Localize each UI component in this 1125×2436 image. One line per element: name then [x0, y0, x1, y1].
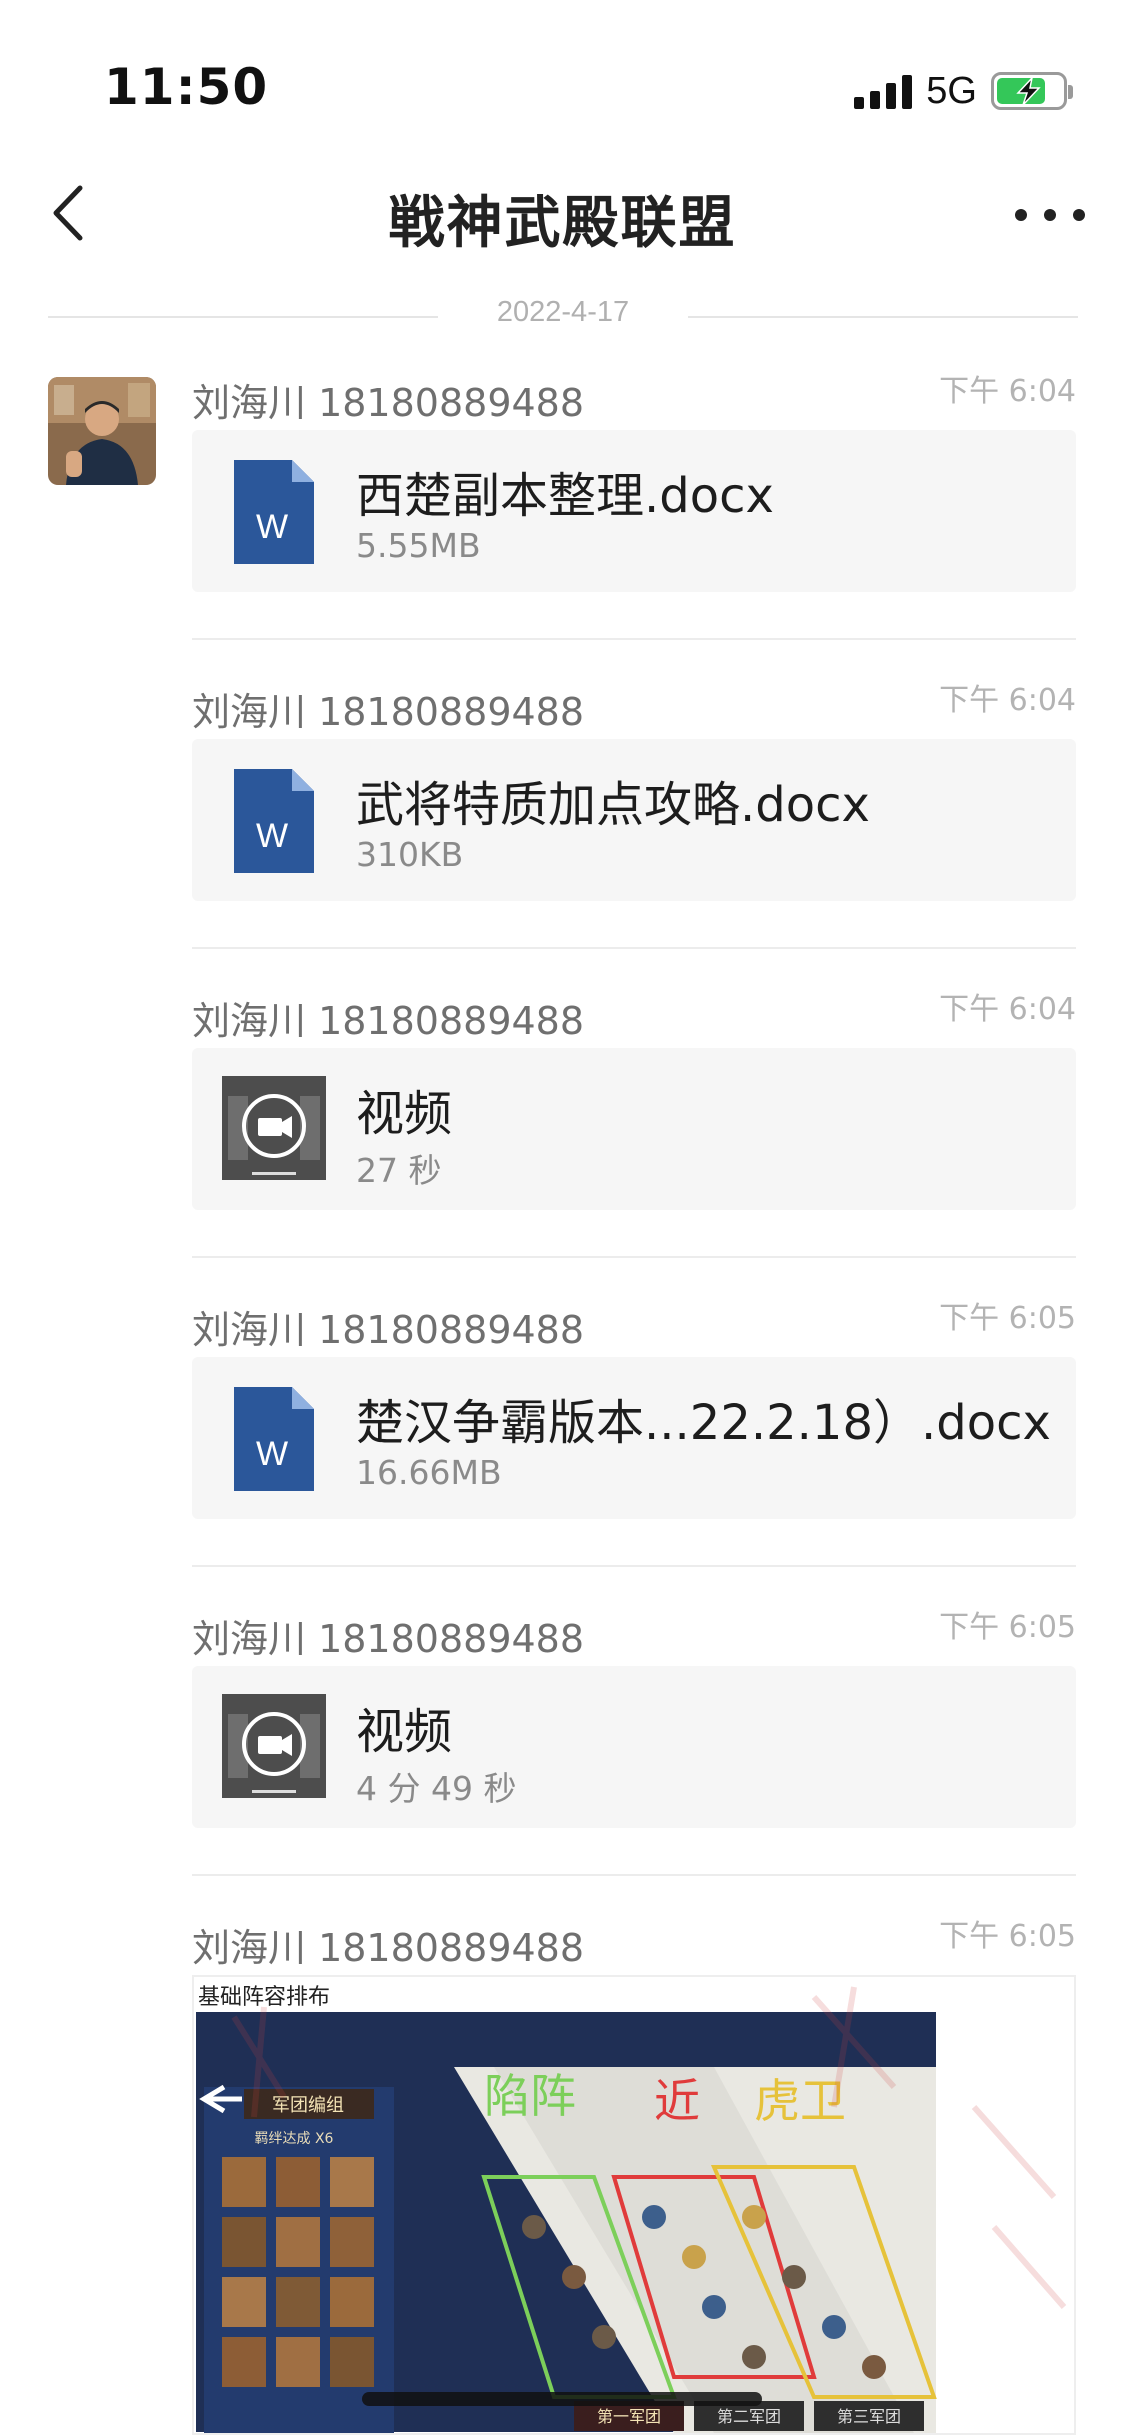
- message-time: 下午 6:05: [939, 1610, 1076, 1645]
- video-play-icon: [222, 1076, 326, 1180]
- navigation-bar: 戦神武殿联盟: [0, 160, 1125, 270]
- video-thumbnail: [222, 1694, 326, 1798]
- file-name: 西楚副本整理.docx: [356, 468, 774, 524]
- image-caption: 基础阵容排布: [198, 1985, 331, 2010]
- message-time: 下午 6:04: [939, 992, 1076, 1027]
- video-title: 视频: [356, 1086, 453, 1142]
- file-name: 武将特质加点攻略.docx: [356, 777, 870, 833]
- handwritten-label: 近: [654, 2074, 700, 2128]
- svg-text:W: W: [256, 1435, 288, 1473]
- word-doc-icon: W: [234, 769, 314, 873]
- charging-bolt-icon: [1016, 75, 1041, 106]
- file-size: 5.55MB: [356, 526, 481, 565]
- network-type: 5G: [926, 69, 977, 112]
- video-title: 视频: [356, 1704, 453, 1760]
- message-time: 下午 6:04: [939, 683, 1076, 718]
- file-card[interactable]: W 西楚副本整理.docx 5.55MB: [192, 430, 1076, 592]
- game-tab: 第一军团: [597, 2407, 661, 2426]
- message-time: 下午 6:05: [939, 1919, 1076, 1954]
- message-separator: [192, 1874, 1076, 1876]
- page-title: 戦神武殿联盟: [388, 191, 737, 256]
- video-thumbnail: [222, 1076, 326, 1180]
- video-duration: 27 秒: [356, 1151, 442, 1190]
- more-dot-icon: [1044, 209, 1056, 221]
- battery-icon: [991, 72, 1073, 110]
- avatar-photo: [48, 377, 156, 485]
- handwritten-label: 陷阵: [484, 2069, 576, 2123]
- game-screenshot-image: 军团编组 羁绊达成 X6 陷阵 近 虎卫 第一军团 第二军团 第三军团: [196, 1986, 1067, 2433]
- home-indicator[interactable]: [362, 2392, 762, 2406]
- video-play-icon: [222, 1694, 326, 1798]
- message-time: 下午 6:04: [939, 374, 1076, 409]
- message-separator: [192, 947, 1076, 949]
- image-message[interactable]: 军团编组 羁绊达成 X6 陷阵 近 虎卫 第一军团 第二军团 第三军团 基础阵容…: [192, 1975, 1076, 2435]
- message-time: 下午 6:05: [939, 1301, 1076, 1336]
- file-card[interactable]: W 武将特质加点攻略.docx 310KB: [192, 739, 1076, 901]
- video-duration: 4 分 49 秒: [356, 1769, 517, 1808]
- file-name: 楚汉争霸版本...22.2.18）.docx: [356, 1395, 1051, 1451]
- svg-text:W: W: [256, 508, 288, 546]
- cellular-signal-icon: [854, 73, 913, 109]
- message-separator: [192, 1565, 1076, 1567]
- file-size: 310KB: [356, 835, 464, 874]
- game-panel-subtitle: 羁绊达成 X6: [255, 2131, 334, 2147]
- message-sender: 刘海川 18180889488: [192, 1308, 585, 1352]
- date-divider: 2022-4-17: [48, 296, 1078, 336]
- message-sender: 刘海川 18180889488: [192, 999, 585, 1043]
- message-sender: 刘海川 18180889488: [192, 1926, 585, 1970]
- more-dot-icon: [1073, 209, 1085, 221]
- message-separator: [192, 1256, 1076, 1258]
- svg-text:W: W: [256, 817, 288, 855]
- message-sender: 刘海川 18180889488: [192, 690, 585, 734]
- sender-avatar[interactable]: [48, 377, 156, 485]
- game-panel-title: 军团编组: [272, 2095, 344, 2116]
- more-dot-icon: [1015, 209, 1027, 221]
- video-card[interactable]: 视频 27 秒: [192, 1048, 1076, 1210]
- game-tab: 第三军团: [837, 2407, 901, 2426]
- game-tab: 第二军团: [717, 2407, 781, 2426]
- video-card[interactable]: 视频 4 分 49 秒: [192, 1666, 1076, 1828]
- message-separator: [192, 638, 1076, 640]
- word-doc-icon: W: [234, 1387, 314, 1491]
- status-bar: 11:50 5G: [0, 0, 1125, 160]
- message-sender: 刘海川 18180889488: [192, 1617, 585, 1661]
- word-doc-icon: W: [234, 460, 314, 564]
- file-size: 16.66MB: [356, 1453, 502, 1492]
- date-label: 2022-4-17: [496, 296, 630, 328]
- status-time: 11:50: [104, 58, 269, 116]
- more-options-button[interactable]: [1015, 190, 1085, 240]
- status-indicators: 5G: [854, 66, 1073, 116]
- file-card[interactable]: W 楚汉争霸版本...22.2.18）.docx 16.66MB: [192, 1357, 1076, 1519]
- message-sender: 刘海川 18180889488: [192, 381, 585, 425]
